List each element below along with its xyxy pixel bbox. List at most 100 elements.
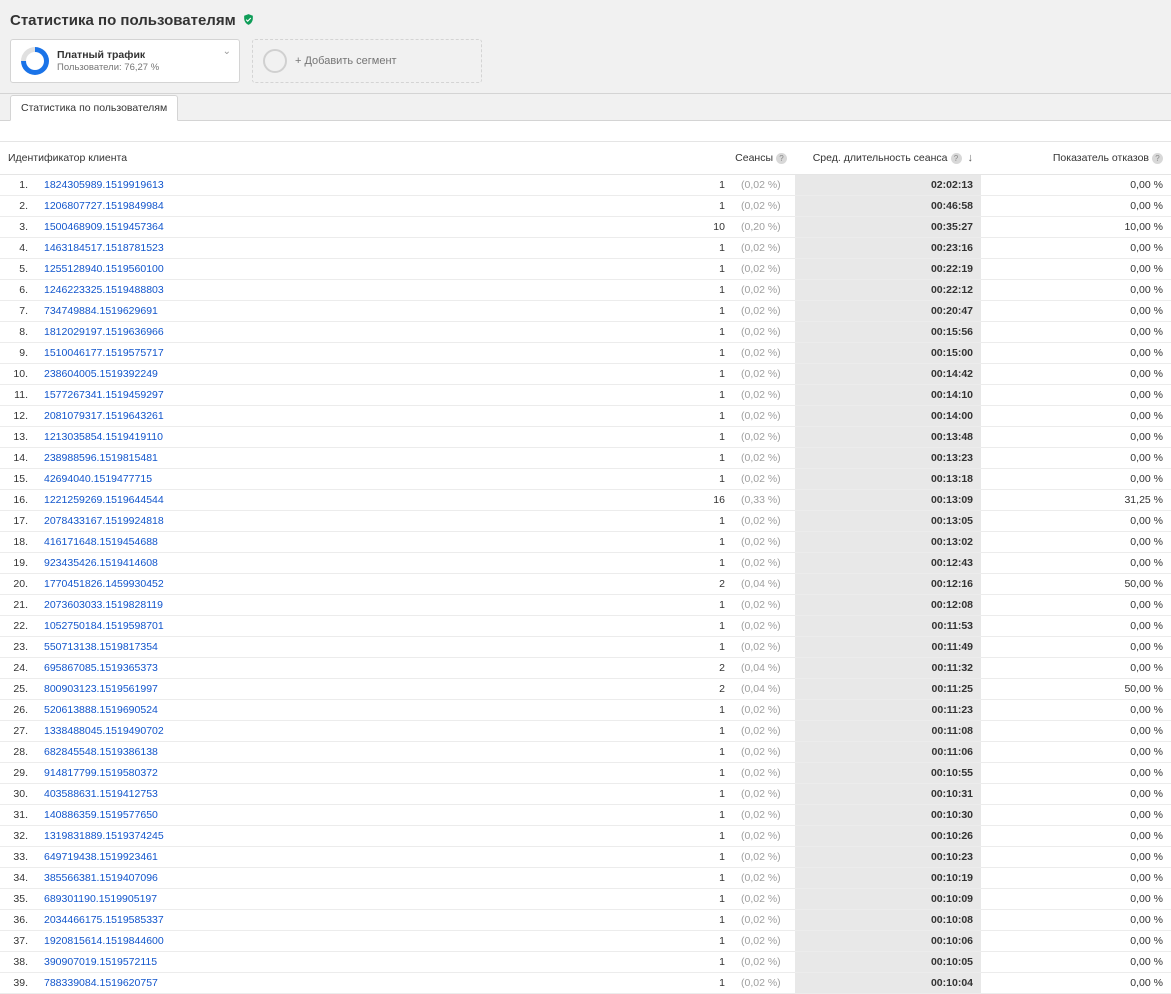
client-link[interactable]: 1206807727.1519849984 xyxy=(44,200,164,212)
col-bounce[interactable]: Показатель отказов? xyxy=(981,142,1171,175)
client-id: 1812029197.1519636966 xyxy=(36,322,673,343)
duration-value: 00:10:19 xyxy=(795,868,981,889)
col-duration[interactable]: Сред. длительность сеанса?↓ xyxy=(795,142,981,175)
client-link[interactable]: 403588631.1519412753 xyxy=(44,788,158,800)
duration-value: 00:12:16 xyxy=(795,574,981,595)
duration-value: 00:35:27 xyxy=(795,217,981,238)
bounce-value: 0,00 % xyxy=(981,301,1171,322)
help-icon[interactable]: ? xyxy=(776,153,787,164)
client-link[interactable]: 1052750184.1519598701 xyxy=(44,620,164,632)
row-index: 25. xyxy=(0,679,36,700)
client-link[interactable]: 140886359.1519577650 xyxy=(44,809,158,821)
table-row: 3.1500468909.151945736410(0,20 %)00:35:2… xyxy=(0,217,1171,238)
client-link[interactable]: 42694040.1519477715 xyxy=(44,473,152,485)
client-link[interactable]: 520613888.1519690524 xyxy=(44,704,158,716)
client-link[interactable]: 923435426.1519414608 xyxy=(44,557,158,569)
sessions-pct: (0,02 %) xyxy=(733,385,795,406)
sessions-value: 1 xyxy=(673,826,733,847)
client-link[interactable]: 385566381.1519407096 xyxy=(44,872,158,884)
duration-value: 00:11:06 xyxy=(795,742,981,763)
table-row: 15.42694040.15194777151(0,02 %)00:13:180… xyxy=(0,469,1171,490)
sessions-value: 1 xyxy=(673,406,733,427)
client-link[interactable]: 734749884.1519629691 xyxy=(44,305,158,317)
tab-user-stats[interactable]: Статистика по пользователям xyxy=(10,95,178,121)
duration-value: 00:10:06 xyxy=(795,931,981,952)
table-row: 29.914817799.15195803721(0,02 %)00:10:55… xyxy=(0,763,1171,784)
sessions-pct: (0,02 %) xyxy=(733,238,795,259)
duration-value: 00:11:32 xyxy=(795,658,981,679)
client-link[interactable]: 800903123.1519561997 xyxy=(44,683,158,695)
duration-value: 00:10:26 xyxy=(795,826,981,847)
client-link[interactable]: 649719438.1519923461 xyxy=(44,851,158,863)
client-link[interactable]: 1770451826.1459930452 xyxy=(44,578,164,590)
client-link[interactable]: 550713138.1519817354 xyxy=(44,641,158,653)
client-link[interactable]: 1255128940.1519560100 xyxy=(44,263,164,275)
client-id: 2078433167.1519924818 xyxy=(36,511,673,532)
donut-icon xyxy=(21,47,49,75)
table-row: 2.1206807727.15198499841(0,02 %)00:46:58… xyxy=(0,196,1171,217)
help-icon[interactable]: ? xyxy=(1152,153,1163,164)
bounce-value: 0,00 % xyxy=(981,175,1171,196)
bounce-value: 50,00 % xyxy=(981,679,1171,700)
client-link[interactable]: 2073603033.1519828119 xyxy=(44,599,163,611)
client-link[interactable]: 1221259269.1519644544 xyxy=(44,494,164,506)
client-link[interactable]: 416171648.1519454688 xyxy=(44,536,158,548)
bounce-value: 31,25 % xyxy=(981,490,1171,511)
client-link[interactable]: 1577267341.1519459297 xyxy=(44,389,164,401)
segment-chip-active[interactable]: Платный трафик Пользователи: 76,27 % ⌄ xyxy=(10,39,240,83)
add-segment-chip[interactable]: + Добавить сегмент xyxy=(252,39,482,83)
client-link[interactable]: 1510046177.1519575717 xyxy=(44,347,164,359)
client-link[interactable]: 1319831889.1519374245 xyxy=(44,830,164,842)
client-link[interactable]: 1824305989.1519919613 xyxy=(44,179,164,191)
client-link[interactable]: 1812029197.1519636966 xyxy=(44,326,164,338)
table-row: 37.1920815614.15198446001(0,02 %)00:10:0… xyxy=(0,931,1171,952)
row-index: 17. xyxy=(0,511,36,532)
table-row: 34.385566381.15194070961(0,02 %)00:10:19… xyxy=(0,868,1171,889)
client-link[interactable]: 689301190.1519905197 xyxy=(44,893,157,905)
col-client[interactable]: Идентификатор клиента xyxy=(0,142,673,175)
client-id: 1770451826.1459930452 xyxy=(36,574,673,595)
duration-value: 00:13:02 xyxy=(795,532,981,553)
sessions-pct: (0,02 %) xyxy=(733,259,795,280)
duration-value: 00:46:58 xyxy=(795,196,981,217)
row-index: 20. xyxy=(0,574,36,595)
client-link[interactable]: 238604005.1519392249 xyxy=(44,368,158,380)
row-index: 34. xyxy=(0,868,36,889)
client-link[interactable]: 1213035854.1519419110 xyxy=(44,431,163,443)
client-link[interactable]: 1463184517.1518781523 xyxy=(44,242,164,254)
client-link[interactable]: 695867085.1519365373 xyxy=(44,662,158,674)
client-link[interactable]: 682845548.1519386138 xyxy=(44,746,158,758)
row-index: 13. xyxy=(0,427,36,448)
table-row: 31.140886359.15195776501(0,02 %)00:10:30… xyxy=(0,805,1171,826)
sessions-pct: (0,02 %) xyxy=(733,868,795,889)
client-link[interactable]: 2078433167.1519924818 xyxy=(44,515,164,527)
client-link[interactable]: 1338488045.1519490702 xyxy=(44,725,164,737)
client-id: 649719438.1519923461 xyxy=(36,847,673,868)
client-link[interactable]: 1920815614.1519844600 xyxy=(44,935,164,947)
sessions-value: 1 xyxy=(673,637,733,658)
client-link[interactable]: 2081079317.1519643261 xyxy=(44,410,164,422)
table-row: 16.1221259269.151964454416(0,33 %)00:13:… xyxy=(0,490,1171,511)
duration-value: 00:13:23 xyxy=(795,448,981,469)
client-link[interactable]: 2034466175.1519585337 xyxy=(44,914,164,926)
col-sessions[interactable]: Сеансы? xyxy=(673,142,795,175)
bounce-value: 0,00 % xyxy=(981,595,1171,616)
table-row: 10.238604005.15193922491(0,02 %)00:14:42… xyxy=(0,364,1171,385)
client-link[interactable]: 238988596.1519815481 xyxy=(44,452,158,464)
duration-value: 00:10:08 xyxy=(795,910,981,931)
client-id: 2081079317.1519643261 xyxy=(36,406,673,427)
duration-value: 00:10:04 xyxy=(795,973,981,994)
client-link[interactable]: 914817799.1519580372 xyxy=(44,767,158,779)
bounce-value: 0,00 % xyxy=(981,343,1171,364)
client-link[interactable]: 1500468909.1519457364 xyxy=(44,221,164,233)
client-link[interactable]: 1246223325.1519488803 xyxy=(44,284,164,296)
sessions-pct: (0,02 %) xyxy=(733,616,795,637)
sessions-pct: (0,02 %) xyxy=(733,280,795,301)
row-index: 35. xyxy=(0,889,36,910)
duration-value: 00:22:19 xyxy=(795,259,981,280)
client-link[interactable]: 788339084.1519620757 xyxy=(44,977,158,989)
duration-value: 00:13:05 xyxy=(795,511,981,532)
sessions-pct: (0,02 %) xyxy=(733,637,795,658)
help-icon[interactable]: ? xyxy=(951,153,962,164)
client-link[interactable]: 390907019.1519572115 xyxy=(44,956,157,968)
